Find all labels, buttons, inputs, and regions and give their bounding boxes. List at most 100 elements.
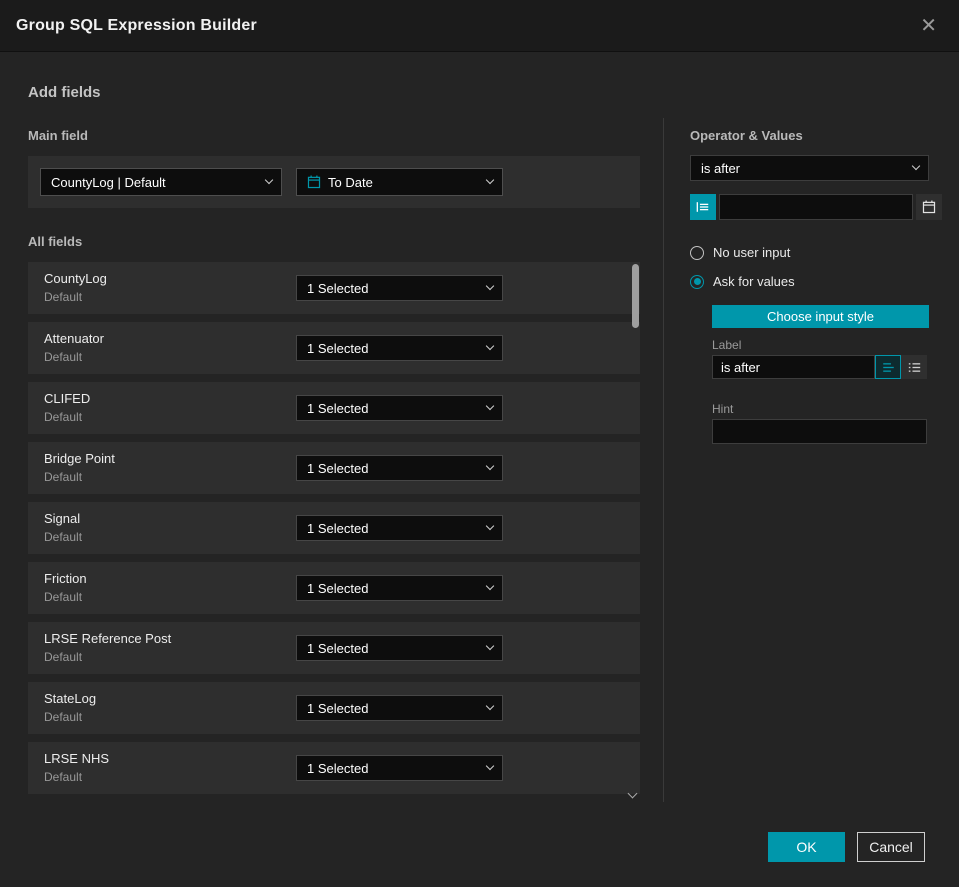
field-row-lrse-nhs: LRSE NHS Default 1 Selected bbox=[28, 742, 640, 794]
field-selected-dropdown[interactable]: 1 Selected bbox=[296, 575, 503, 601]
field-row-signal: Signal Default 1 Selected bbox=[28, 502, 640, 554]
hint-heading: Hint bbox=[712, 402, 734, 416]
chevron-down-icon bbox=[911, 161, 921, 171]
chevron-down-icon bbox=[485, 761, 495, 771]
date-picker-button[interactable] bbox=[916, 194, 942, 220]
field-row-friction: Friction Default 1 Selected bbox=[28, 562, 640, 614]
add-fields-heading: Add fields bbox=[28, 84, 101, 101]
cancel-button[interactable]: Cancel bbox=[857, 832, 925, 862]
chevron-down-icon bbox=[485, 401, 495, 411]
field-row-clifed: CLIFED Default 1 Selected bbox=[28, 382, 640, 434]
footer-buttons: OK Cancel bbox=[768, 832, 925, 862]
field-name: Signal bbox=[44, 511, 81, 526]
calendar-icon bbox=[307, 175, 321, 189]
chevron-down-icon bbox=[485, 281, 495, 291]
field-subtitle: Default bbox=[44, 530, 83, 544]
label-heading: Label bbox=[712, 338, 742, 352]
date-type-dropdown[interactable]: To Date bbox=[296, 168, 503, 196]
calendar-icon bbox=[922, 200, 936, 214]
label-row bbox=[712, 355, 927, 379]
chevron-down-icon bbox=[485, 641, 495, 651]
scrollbar-thumb[interactable] bbox=[632, 264, 639, 328]
dialog-body: Add fields Main field CountyLog | Defaul… bbox=[0, 52, 959, 887]
ok-button[interactable]: OK bbox=[768, 832, 845, 862]
main-field-label: Main field bbox=[28, 128, 88, 143]
radio-unselected-icon bbox=[690, 245, 704, 260]
field-subtitle: Default bbox=[44, 590, 83, 604]
value-input[interactable] bbox=[719, 194, 913, 220]
field-subtitle: Default bbox=[44, 290, 83, 304]
operator-dropdown[interactable]: is after bbox=[690, 155, 929, 181]
input-style-button[interactable] bbox=[690, 194, 716, 220]
field-selected-dropdown[interactable]: 1 Selected bbox=[296, 275, 503, 301]
label-style-list-button[interactable] bbox=[901, 355, 927, 379]
field-subtitle: Default bbox=[44, 710, 83, 724]
hint-input[interactable] bbox=[712, 419, 927, 444]
field-selected-value: 1 Selected bbox=[307, 580, 369, 596]
field-row-statelog: StateLog Default 1 Selected bbox=[28, 682, 640, 734]
field-selected-value: 1 Selected bbox=[307, 340, 369, 356]
chevron-down-icon bbox=[485, 521, 495, 531]
column-divider bbox=[663, 118, 664, 802]
close-icon[interactable]: ✕ bbox=[914, 12, 943, 40]
choose-input-style-button[interactable]: Choose input style bbox=[712, 305, 929, 328]
label-input[interactable] bbox=[712, 355, 875, 379]
field-selected-value: 1 Selected bbox=[307, 700, 369, 716]
chevron-down-icon bbox=[485, 701, 495, 711]
field-selected-dropdown[interactable]: 1 Selected bbox=[296, 395, 503, 421]
radio-ask-for-values[interactable]: Ask for values bbox=[690, 274, 795, 289]
field-selected-dropdown[interactable]: 1 Selected bbox=[296, 695, 503, 721]
field-subtitle: Default bbox=[44, 650, 83, 664]
field-row-countylog: CountyLog Default 1 Selected bbox=[28, 262, 640, 314]
field-name: Friction bbox=[44, 571, 87, 586]
field-selected-value: 1 Selected bbox=[307, 520, 369, 536]
field-selected-value: 1 Selected bbox=[307, 460, 369, 476]
field-name: Bridge Point bbox=[44, 451, 115, 466]
field-selected-dropdown[interactable]: 1 Selected bbox=[296, 455, 503, 481]
field-subtitle: Default bbox=[44, 470, 83, 484]
input-style-icon bbox=[696, 200, 710, 214]
main-field-panel: CountyLog | Default To Date bbox=[28, 156, 640, 208]
all-fields-list: CountyLog Default 1 Selected Attenuator … bbox=[28, 262, 640, 802]
field-name: LRSE NHS bbox=[44, 751, 110, 766]
field-name: StateLog bbox=[44, 691, 97, 706]
radio-no-user-input-label: No user input bbox=[713, 245, 791, 260]
date-type-dropdown-value: To Date bbox=[328, 174, 373, 190]
all-fields-label: All fields bbox=[28, 234, 83, 249]
field-name: LRSE Reference Post bbox=[44, 631, 172, 646]
dialog-title: Group SQL Expression Builder bbox=[16, 16, 257, 34]
main-field-dropdown-value: CountyLog | Default bbox=[51, 174, 166, 190]
field-name: Attenuator bbox=[44, 331, 104, 346]
field-selected-value: 1 Selected bbox=[307, 760, 369, 776]
label-style-left-button[interactable] bbox=[875, 355, 901, 379]
field-selected-dropdown[interactable]: 1 Selected bbox=[296, 335, 503, 361]
radio-selected-icon bbox=[690, 274, 704, 289]
radio-no-user-input[interactable]: No user input bbox=[690, 245, 790, 260]
chevron-down-icon bbox=[264, 175, 274, 185]
radio-ask-for-values-label: Ask for values bbox=[713, 274, 795, 289]
chevron-down-icon bbox=[485, 175, 495, 185]
field-selected-dropdown[interactable]: 1 Selected bbox=[296, 515, 503, 541]
field-row-bridge-point: Bridge Point Default 1 Selected bbox=[28, 442, 640, 494]
field-selected-dropdown[interactable]: 1 Selected bbox=[296, 755, 503, 781]
chevron-down-icon bbox=[485, 461, 495, 471]
field-subtitle: Default bbox=[44, 770, 83, 784]
align-left-icon bbox=[882, 361, 895, 374]
field-selected-dropdown[interactable]: 1 Selected bbox=[296, 635, 503, 661]
field-selected-value: 1 Selected bbox=[307, 400, 369, 416]
chevron-down-icon bbox=[485, 581, 495, 591]
list-icon bbox=[908, 361, 921, 374]
dialog-header: Group SQL Expression Builder ✕ bbox=[0, 0, 959, 52]
value-row bbox=[690, 194, 942, 220]
field-row-lrse-reference-post: LRSE Reference Post Default 1 Selected bbox=[28, 622, 640, 674]
main-field-dropdown[interactable]: CountyLog | Default bbox=[40, 168, 282, 196]
operator-values-heading: Operator & Values bbox=[690, 128, 803, 143]
field-selected-value: 1 Selected bbox=[307, 640, 369, 656]
field-subtitle: Default bbox=[44, 350, 83, 364]
field-name: CLIFED bbox=[44, 391, 91, 406]
field-subtitle: Default bbox=[44, 410, 83, 424]
field-name: CountyLog bbox=[44, 271, 107, 286]
field-selected-value: 1 Selected bbox=[307, 280, 369, 296]
chevron-down-icon bbox=[485, 341, 495, 351]
scrollbar[interactable] bbox=[632, 262, 639, 782]
